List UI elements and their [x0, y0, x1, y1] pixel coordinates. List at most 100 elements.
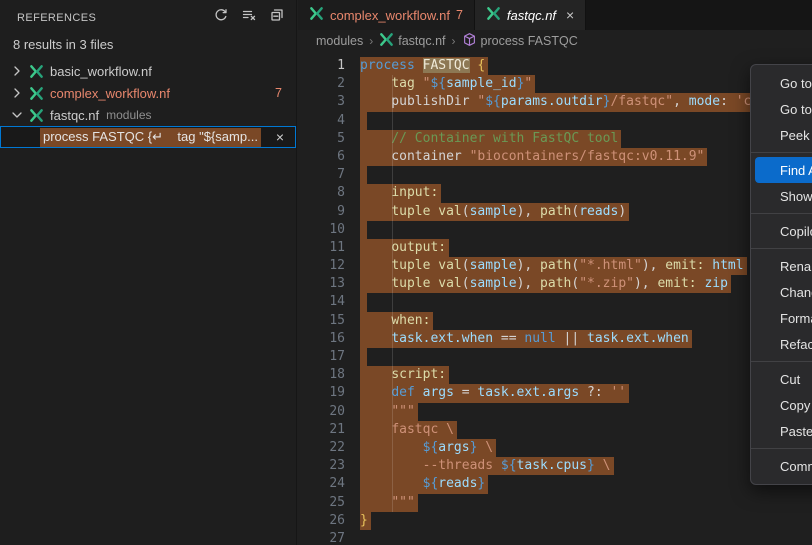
line-content: publishDir "${params.outdir}/fastqc", mo…	[345, 93, 786, 111]
code-token	[415, 385, 423, 400]
code-editor[interactable]: 1process FASTQC {2 tag "${sample_id}"3 p…	[298, 52, 812, 545]
breadcrumb-label: modules	[316, 34, 363, 48]
code-token: def	[391, 385, 414, 400]
breadcrumb: modules›fastqc.nf›process FASTQC	[298, 30, 812, 52]
code-token: (	[571, 276, 579, 291]
code-token	[360, 240, 391, 255]
refresh-button[interactable]	[210, 7, 232, 29]
code-token: script:	[391, 367, 446, 382]
reference-range-highlight: fastqc \	[360, 421, 457, 439]
nextflow-icon	[379, 32, 394, 50]
code-token: (	[571, 204, 579, 219]
tree-item-basic_workflow-nf[interactable]: basic_workflow.nf	[0, 60, 296, 82]
code-token: path	[540, 204, 571, 219]
code-token: sample	[470, 258, 517, 273]
editor-tab-complex_workflow-nf[interactable]: complex_workflow.nf7	[298, 0, 475, 30]
code-line: 2 tag "${sample_id}"	[298, 75, 812, 93]
indent-guide	[392, 75, 393, 512]
code-line: 5 // Container with FastQC tool	[298, 130, 812, 148]
code-token: :	[720, 94, 736, 109]
code-token	[360, 131, 391, 146]
sidebar-toolbar	[210, 7, 288, 29]
line-number: 21	[298, 421, 345, 439]
menu-item-label: Go to References	[780, 102, 812, 117]
code-line: 26}	[298, 512, 812, 530]
reference-range-highlight: tag "${sample_id}"	[360, 75, 535, 93]
line-content	[345, 293, 367, 311]
collapse-all-button[interactable]	[266, 7, 288, 29]
menu-item-label: Go to Definition	[780, 76, 812, 91]
line-content	[345, 530, 360, 545]
line-number: 26	[298, 512, 345, 530]
editor-tab-fastqc-nf[interactable]: fastqc.nf ×	[475, 0, 586, 30]
code-token: ''	[610, 385, 626, 400]
menu-item-paste[interactable]: Paste	[755, 418, 812, 444]
code-token: "*.html"	[579, 258, 642, 273]
reference-range-highlight: ${reads}	[360, 475, 488, 493]
code-token: val	[438, 276, 461, 291]
menu-item-rename-symbol[interactable]: Rename SymbolF2	[755, 253, 812, 279]
menu-item-go-to-definition[interactable]: Go to Definition⌘F12	[755, 70, 812, 96]
line-content: output:	[345, 239, 449, 257]
menu-item-command-palette[interactable]: Command Palette...⇧⌘P	[755, 453, 812, 479]
chevron-down-icon[interactable]	[8, 107, 26, 123]
code-line: 21 fastqc \	[298, 421, 812, 439]
code-token	[360, 495, 391, 510]
menu-item-show-call-hierarchy[interactable]: Show Call Hierarchy⇧⌥H	[755, 183, 812, 209]
dismiss-reference-icon[interactable]: ×	[276, 129, 284, 145]
code-token: val	[438, 258, 461, 273]
line-content: process FASTQC {	[345, 57, 488, 75]
code-token: ),	[517, 204, 540, 219]
menu-item-find-all-references[interactable]: Find All References⇧⌥F12	[755, 157, 812, 183]
code-token: (	[571, 258, 579, 273]
code-token: ${	[485, 94, 501, 109]
chevron-right-icon[interactable]	[8, 63, 26, 79]
code-token: "biocontainers/fastqc:v0.11.9"	[470, 149, 705, 164]
line-number: 22	[298, 439, 345, 457]
clear-all-button[interactable]	[238, 7, 260, 29]
menu-item-go-to-references[interactable]: Go to References⇧F12	[755, 96, 812, 122]
code-token: publishDir	[360, 94, 477, 109]
menu-separator	[751, 248, 812, 249]
code-line: 20 """	[298, 403, 812, 421]
menu-item-refactor[interactable]: Refactor...^⇧R	[755, 331, 812, 357]
breadcrumb-separator-icon: ›	[449, 34, 459, 48]
line-number: 3	[298, 93, 345, 111]
menu-item-copilot[interactable]: Copilot›	[755, 218, 812, 244]
code-token: emit:	[657, 276, 696, 291]
menu-item-cut[interactable]: Cut	[755, 366, 812, 392]
line-number: 23	[298, 457, 345, 475]
code-line: 7	[298, 166, 812, 184]
breadcrumb-item[interactable]: fastqc.nf	[379, 32, 445, 50]
tab-label: fastqc.nf	[507, 8, 556, 23]
reference-result-row[interactable]: process FASTQC {↵ tag "${samp... ×	[0, 126, 296, 148]
tab-close-icon[interactable]: ×	[566, 7, 574, 23]
code-token: val	[438, 204, 461, 219]
line-number: 8	[298, 184, 345, 202]
menu-item-copy[interactable]: Copy	[755, 392, 812, 418]
nextflow-icon	[26, 108, 46, 123]
code-token: /fastqc"	[610, 94, 673, 109]
menu-item-format-document[interactable]: Format Document⇧⌥F	[755, 305, 812, 331]
code-token	[360, 258, 391, 273]
line-content: tuple val(sample), path("*.html"), emit:…	[345, 257, 747, 275]
line-number: 6	[298, 148, 345, 166]
line-content: ${reads}	[345, 475, 488, 493]
code-line: 17	[298, 348, 812, 366]
line-number: 2	[298, 75, 345, 93]
file-description: modules	[106, 108, 151, 122]
breadcrumb-item[interactable]: modules	[316, 34, 363, 48]
line-number: 12	[298, 257, 345, 275]
menu-item-peek[interactable]: Peek›	[755, 122, 812, 148]
breadcrumb-item[interactable]: process FASTQC	[462, 32, 578, 50]
code-token	[360, 185, 391, 200]
reference-range-highlight: output:	[360, 239, 449, 257]
menu-item-change-all-occurrences[interactable]: Change All Occurrences⌘F2	[755, 279, 812, 305]
context-menu: Go to Definition⌘F12Go to References⇧F12…	[750, 64, 812, 485]
code-token: task.ext.args	[477, 385, 579, 400]
code-line: 15 when:	[298, 312, 812, 330]
chevron-right-icon[interactable]	[8, 85, 26, 101]
tree-item-complex_workflow-nf[interactable]: complex_workflow.nf7	[0, 82, 296, 104]
tree-item-fastqc-nf[interactable]: fastqc.nfmodules	[0, 104, 296, 126]
line-content: tuple val(sample), path("*.zip"), emit: …	[345, 275, 731, 293]
